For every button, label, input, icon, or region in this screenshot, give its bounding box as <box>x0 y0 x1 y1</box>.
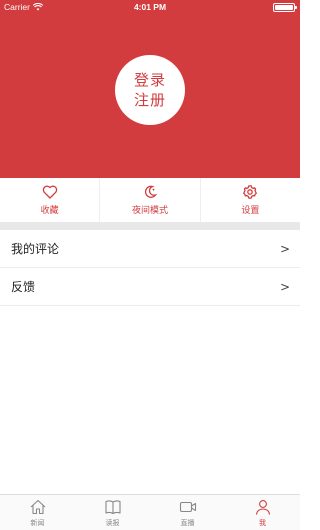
tab-label: 新闻 <box>30 518 45 527</box>
moon-icon <box>144 185 158 198</box>
menu-item-my-comments[interactable]: 我的评论 > <box>0 230 300 268</box>
tab-label: 直播 <box>180 518 195 527</box>
person-icon <box>255 499 270 515</box>
tab-news[interactable]: 新闻 <box>0 495 75 530</box>
section-divider <box>0 222 300 230</box>
home-icon <box>30 499 45 514</box>
status-time: 4:01 PM <box>133 2 167 12</box>
settings-button[interactable]: 设置 <box>201 178 300 222</box>
tab-label: 读报 <box>105 518 120 527</box>
tab-me[interactable]: 我 <box>225 495 300 530</box>
menu-item-label: 反馈 <box>11 280 36 294</box>
night-mode-label: 夜间模式 <box>131 206 168 216</box>
profile-header: Carrier 4:01 PM 登录 注册 <box>0 0 300 178</box>
status-bar: Carrier 4:01 PM <box>0 0 300 14</box>
favorites-label: 收藏 <box>40 206 59 216</box>
menu-item-label: 我的评论 <box>11 242 60 256</box>
register-label: 注册 <box>133 91 166 109</box>
chevron-right-icon: > <box>279 241 290 256</box>
tab-live[interactable]: 直播 <box>150 495 225 530</box>
video-camera-icon <box>179 501 196 512</box>
quick-actions: 收藏 夜间模式 设置 <box>0 178 300 222</box>
battery-icon <box>273 3 297 12</box>
chevron-right-icon: > <box>279 279 290 294</box>
heart-icon <box>42 185 57 199</box>
favorites-button[interactable]: 收藏 <box>0 178 101 222</box>
tab-bar: 新闻 读报 直播 我 <box>0 494 300 530</box>
login-label: 登录 <box>133 71 166 89</box>
menu-item-feedback[interactable]: 反馈 > <box>0 268 300 306</box>
book-icon <box>104 499 121 514</box>
night-mode-button[interactable]: 夜间模式 <box>100 178 201 222</box>
login-register-button[interactable]: 登录 注册 <box>115 55 185 125</box>
menu-list: 我的评论 > 反馈 > <box>0 230 300 306</box>
tab-newspaper[interactable]: 读报 <box>75 495 150 530</box>
tab-label: 我 <box>259 518 266 527</box>
gear-icon <box>243 185 258 199</box>
settings-label: 设置 <box>241 206 260 216</box>
